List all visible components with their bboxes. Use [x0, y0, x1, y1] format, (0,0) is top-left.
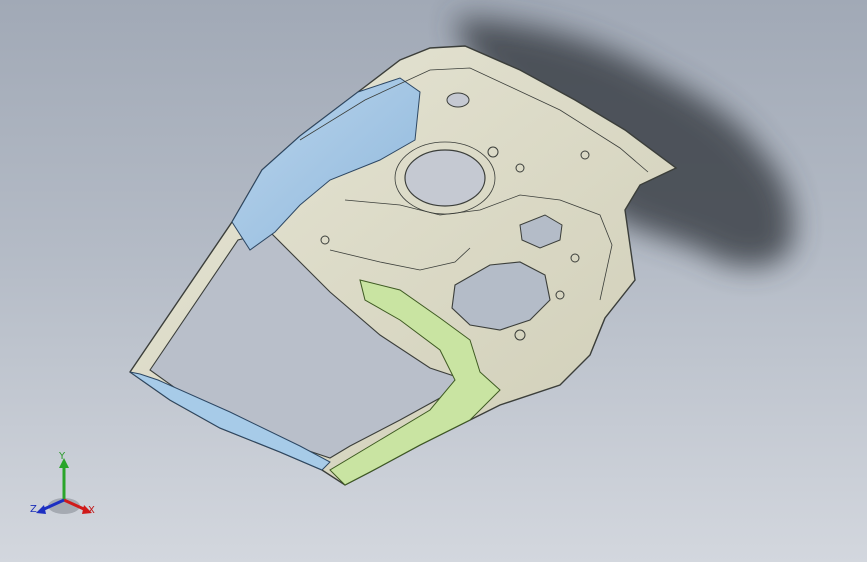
triad-z-arrow	[36, 505, 46, 514]
view-orientation-triad[interactable]: Y X Z	[24, 448, 108, 524]
speaker-hole	[404, 149, 486, 207]
triad-x-label: X	[88, 505, 95, 516]
door-panel-model[interactable]	[0, 0, 867, 562]
triad-y-label: Y	[59, 451, 66, 462]
latch-hole	[446, 92, 470, 108]
triad-z-label: Z	[30, 504, 37, 515]
graphics-viewport[interactable]: Y X Z	[0, 0, 867, 562]
